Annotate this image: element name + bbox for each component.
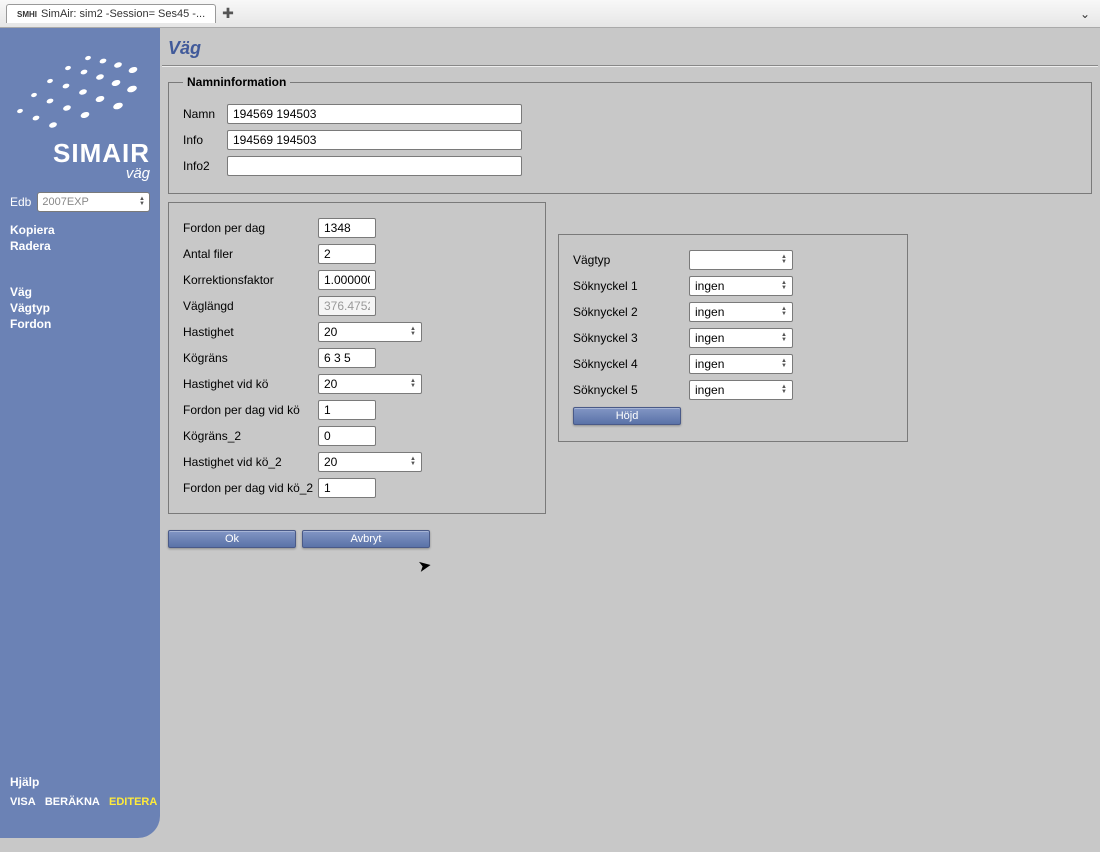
spinner-icon: ▲▼ <box>781 281 787 291</box>
sok5-value: ingen <box>695 383 724 397</box>
spinner-icon: ▲▼ <box>781 255 787 265</box>
sidebar: SIMAIR väg Edb 2007EXP ▲▼ Kopiera Radera… <box>0 28 160 838</box>
sidebar-link-kopiera[interactable]: Kopiera <box>10 222 150 238</box>
spinner-icon: ▲▼ <box>781 307 787 317</box>
vagtyp-select[interactable]: ▲▼ <box>689 250 793 270</box>
namn-input[interactable] <box>227 104 522 124</box>
sok5-select[interactable]: ingen ▲▼ <box>689 380 793 400</box>
fordon-per-dag-input[interactable] <box>318 218 376 238</box>
hojd-button[interactable]: Höjd <box>573 407 681 425</box>
tabs-dropdown-icon[interactable]: ⌄ <box>1080 7 1090 21</box>
sok3-label: Söknyckel 3 <box>573 331 689 345</box>
hastighet-vid-ko2-select[interactable]: 20 ▲▼ <box>318 452 422 472</box>
info-input[interactable] <box>227 130 522 150</box>
divider <box>162 65 1098 67</box>
sidebar-link-radera[interactable]: Radera <box>10 238 150 254</box>
vaglangd-input <box>318 296 376 316</box>
tab-bar: SMHI SimAir: sim2 -Session= Ses45 -... ✚… <box>0 0 1100 28</box>
ok-button[interactable]: Ok <box>168 530 296 548</box>
vagtyp-label: Vägtyp <box>573 253 689 267</box>
kograns-label: Kögräns <box>183 351 318 365</box>
info2-input[interactable] <box>227 156 522 176</box>
new-tab-button[interactable]: ✚ <box>222 5 234 22</box>
sok2-value: ingen <box>695 305 724 319</box>
spinner-icon: ▲▼ <box>410 379 416 389</box>
antal-filer-label: Antal filer <box>183 247 318 261</box>
kograns2-input[interactable] <box>318 426 376 446</box>
korrektionsfaktor-label: Korrektionsfaktor <box>183 273 318 287</box>
left-panel: Fordon per dag Antal filer Korrektionsfa… <box>168 202 546 514</box>
content-area: Väg Namninformation Namn Info Info2 Ford… <box>160 28 1100 838</box>
fordon-per-dag-vid-ko2-input[interactable] <box>318 478 376 498</box>
sok4-select[interactable]: ingen ▲▼ <box>689 354 793 374</box>
mode-visa[interactable]: VISA <box>10 796 36 808</box>
sok1-select[interactable]: ingen ▲▼ <box>689 276 793 296</box>
info2-label: Info2 <box>183 159 227 173</box>
hastighet-vid-ko-value: 20 <box>324 377 337 391</box>
spinner-icon: ▲▼ <box>139 197 145 207</box>
korrektionsfaktor-input[interactable] <box>318 270 376 290</box>
sok1-value: ingen <box>695 279 724 293</box>
spinner-icon: ▲▼ <box>781 385 787 395</box>
namninformation-legend: Namninformation <box>183 75 290 89</box>
fordon-per-dag-vid-ko-label: Fordon per dag vid kö <box>183 403 318 417</box>
logo-area: SIMAIR väg <box>0 28 160 188</box>
avbryt-button[interactable]: Avbryt <box>302 530 430 548</box>
edb-select[interactable]: 2007EXP ▲▼ <box>37 192 150 212</box>
hastighet-vid-ko-label: Hastighet vid kö <box>183 377 318 391</box>
hastighet-select[interactable]: 20 ▲▼ <box>318 322 422 342</box>
hastighet-vid-ko2-label: Hastighet vid kö_2 <box>183 455 318 469</box>
kograns-input[interactable] <box>318 348 376 368</box>
info-label: Info <box>183 133 227 147</box>
sidebar-link-hjalp[interactable]: Hjälp <box>10 774 157 790</box>
tab-favicon: SMHI <box>17 10 37 19</box>
browser-tab[interactable]: SMHI SimAir: sim2 -Session= Ses45 -... <box>6 4 216 23</box>
sidebar-link-vagtyp[interactable]: Vägtyp <box>10 300 150 316</box>
fordon-per-dag-vid-ko-input[interactable] <box>318 400 376 420</box>
sok1-label: Söknyckel 1 <box>573 279 689 293</box>
hastighet-vid-ko-select[interactable]: 20 ▲▼ <box>318 374 422 394</box>
sok5-label: Söknyckel 5 <box>573 383 689 397</box>
sidebar-link-fordon[interactable]: Fordon <box>10 316 150 332</box>
namninformation-fieldset: Namninformation Namn Info Info2 <box>168 75 1092 194</box>
sok2-select[interactable]: ingen ▲▼ <box>689 302 793 322</box>
mode-berakna[interactable]: BERÄKNA <box>45 796 100 808</box>
sok3-value: ingen <box>695 331 724 345</box>
hastighet-label: Hastighet <box>183 325 318 339</box>
logo-dots-icon <box>8 53 158 143</box>
kograns2-label: Kögräns_2 <box>183 429 318 443</box>
edb-select-value: 2007EXP <box>42 196 88 208</box>
sok4-value: ingen <box>695 357 724 371</box>
tab-title: SimAir: sim2 -Session= Ses45 -... <box>41 8 205 20</box>
right-panel: Vägtyp ▲▼ Söknyckel 1 ingen ▲▼ <box>558 234 908 442</box>
sidebar-link-vag[interactable]: Väg <box>10 284 150 300</box>
hastighet-vid-ko2-value: 20 <box>324 455 337 469</box>
fordon-per-dag-vid-ko2-label: Fordon per dag vid kö_2 <box>183 481 318 495</box>
spinner-icon: ▲▼ <box>410 327 416 337</box>
spinner-icon: ▲▼ <box>781 333 787 343</box>
hastighet-value: 20 <box>324 325 337 339</box>
sok3-select[interactable]: ingen ▲▼ <box>689 328 793 348</box>
sok2-label: Söknyckel 2 <box>573 305 689 319</box>
spinner-icon: ▲▼ <box>781 359 787 369</box>
page-title: Väg <box>160 28 1100 65</box>
fordon-per-dag-label: Fordon per dag <box>183 221 318 235</box>
namn-label: Namn <box>183 107 227 121</box>
spinner-icon: ▲▼ <box>410 457 416 467</box>
mode-editera[interactable]: EDITERA <box>109 796 157 808</box>
sok4-label: Söknyckel 4 <box>573 357 689 371</box>
antal-filer-input[interactable] <box>318 244 376 264</box>
vaglangd-label: Väglängd <box>183 299 318 313</box>
edb-label: Edb <box>10 195 31 209</box>
